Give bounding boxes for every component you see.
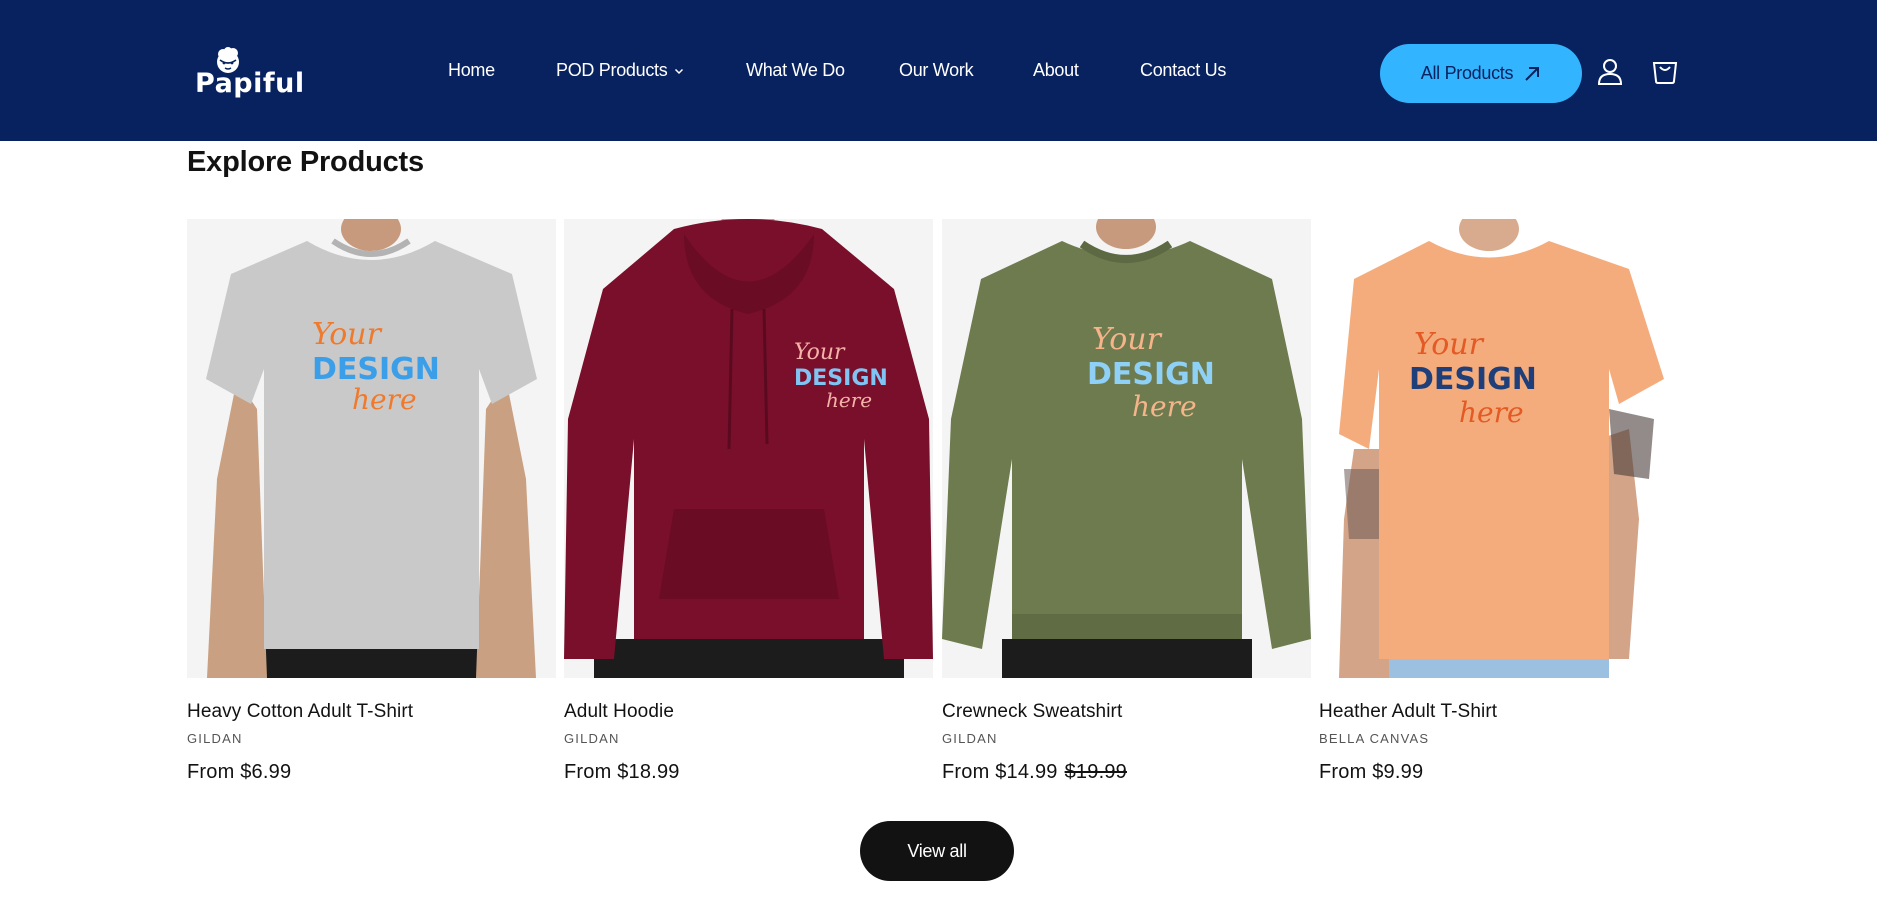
nav-pod-products[interactable]: POD Products: [556, 60, 685, 81]
print-design: DESIGN: [312, 352, 440, 387]
nav-pod-products-label: POD Products: [556, 60, 668, 80]
sweatshirt-image: Your DESIGN here: [942, 219, 1311, 678]
print-here: here: [352, 383, 417, 416]
nav-home[interactable]: Home: [448, 60, 495, 81]
account-icon[interactable]: [1597, 58, 1623, 86]
arrow-up-right-icon: [1525, 66, 1540, 81]
logo-text: Papiful: [195, 68, 305, 99]
product-image[interactable]: Your DESIGN here: [187, 219, 556, 678]
print-here: here: [1132, 390, 1197, 423]
product-title[interactable]: Crewneck Sweatshirt: [942, 701, 1122, 723]
nav-what-we-do[interactable]: What We Do: [746, 60, 845, 81]
cart-icon[interactable]: [1651, 57, 1679, 85]
product-vendor: GILDAN: [942, 731, 998, 746]
nav-about[interactable]: About: [1033, 60, 1079, 81]
print-design: DESIGN: [1409, 362, 1537, 397]
tshirt-image: Your DESIGN here: [1319, 219, 1688, 678]
product-card[interactable]: Your DESIGN here Adult Hoodie GILDAN Fro…: [564, 219, 933, 783]
view-all-button[interactable]: View all: [860, 821, 1014, 881]
print-your: Your: [312, 317, 383, 352]
nav-contact-us[interactable]: Contact Us: [1140, 60, 1226, 81]
tshirt-image: Your DESIGN here: [187, 219, 556, 678]
product-vendor: GILDAN: [187, 731, 243, 746]
price-current: From $6.99: [187, 761, 292, 783]
price-compare: $19.99: [1064, 761, 1127, 783]
product-price: From $14.99 $19.99: [942, 761, 1127, 784]
papiful-logo[interactable]: Papiful: [193, 46, 305, 102]
product-price: From $9.99: [1319, 761, 1423, 784]
product-title[interactable]: Adult Hoodie: [564, 701, 674, 723]
chevron-down-icon: [675, 69, 684, 75]
product-card[interactable]: Your DESIGN here Heavy Cotton Adult T-Sh…: [187, 219, 556, 783]
price-current: From $14.99: [942, 761, 1058, 783]
price-current: From $9.99: [1319, 761, 1424, 783]
print-here: here: [1459, 396, 1524, 429]
print-your: Your: [794, 340, 846, 365]
product-vendor: BELLA CANVAS: [1319, 731, 1430, 746]
nav-our-work[interactable]: Our Work: [899, 60, 974, 81]
site-header: Papiful Home POD Products What We Do Our…: [0, 0, 1877, 141]
product-price: From $18.99: [564, 761, 680, 784]
product-image[interactable]: Your DESIGN here: [942, 219, 1311, 678]
product-title[interactable]: Heavy Cotton Adult T-Shirt: [187, 701, 413, 723]
print-your: Your: [1414, 327, 1485, 362]
all-products-label: All Products: [1420, 63, 1514, 83]
print-here: here: [826, 388, 872, 412]
section-title: Explore Products: [187, 146, 424, 178]
product-card[interactable]: Your DESIGN here Heather Adult T-Shirt B…: [1319, 219, 1688, 783]
product-card[interactable]: Your DESIGN here Crewneck Sweatshirt GIL…: [942, 219, 1311, 783]
all-products-button[interactable]: All Products: [1380, 44, 1582, 103]
product-price: From $6.99: [187, 761, 291, 784]
product-image[interactable]: Your DESIGN here: [1319, 219, 1688, 678]
print-design: DESIGN: [1087, 357, 1215, 392]
print-your: Your: [1092, 322, 1163, 357]
product-image[interactable]: Your DESIGN here: [564, 219, 933, 678]
product-title[interactable]: Heather Adult T-Shirt: [1319, 701, 1497, 723]
product-vendor: GILDAN: [564, 731, 620, 746]
hoodie-image: Your DESIGN here: [564, 219, 933, 678]
price-current: From $18.99: [564, 761, 680, 783]
